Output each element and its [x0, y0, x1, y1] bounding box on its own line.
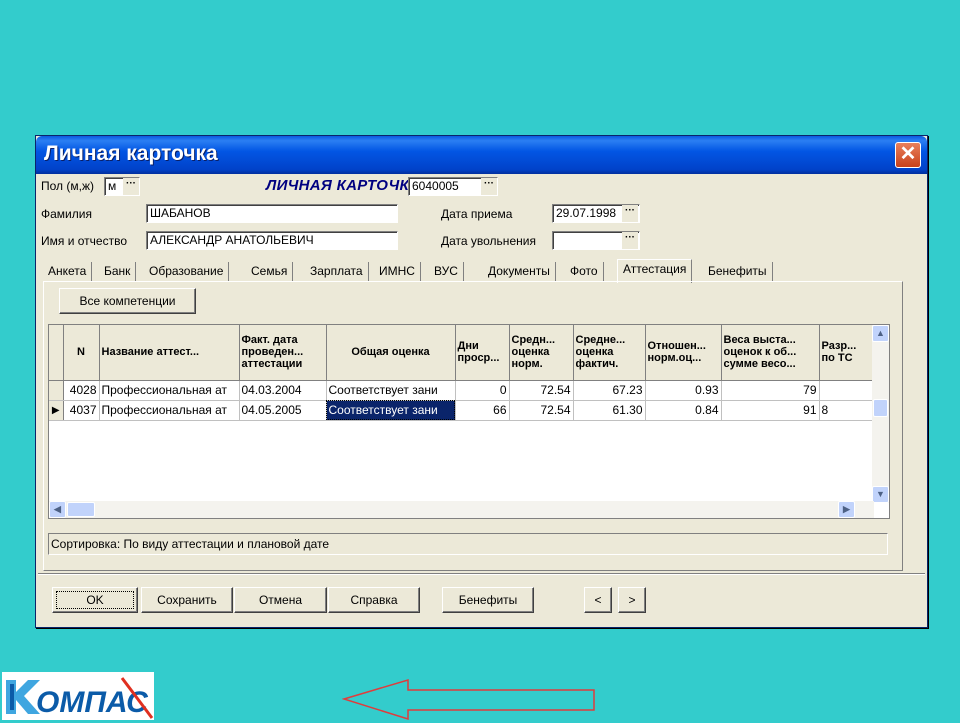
personal-card-window: Личная карточка ✕ Пол (м,ж) м ··· ЛИЧНАЯ…: [35, 135, 928, 628]
vertical-scroll-thumb[interactable]: [873, 399, 888, 417]
horizontal-scroll-thumb[interactable]: [67, 502, 95, 517]
cell-name[interactable]: Профессиональная ат: [99, 380, 240, 401]
attestation-table: N Название аттест... Факт. дата проведен…: [49, 325, 875, 421]
cell-avg-fact[interactable]: 61.30: [573, 400, 646, 421]
cell-days[interactable]: 66: [455, 400, 510, 421]
doc-number-value: 6040005: [412, 179, 459, 193]
cell-weights[interactable]: 91: [721, 400, 820, 421]
cell-n[interactable]: 4028: [63, 380, 100, 401]
name-label: Имя и отчество: [41, 234, 127, 248]
cell-grade[interactable]: Соответствует зани: [326, 380, 456, 401]
surname-label: Фамилия: [41, 207, 92, 221]
cell-weights[interactable]: 79: [721, 380, 820, 401]
tab-benefits[interactable]: Бенефиты: [703, 262, 773, 282]
tab-documents[interactable]: Документы: [483, 262, 556, 282]
tab-vus[interactable]: ВУС: [429, 262, 464, 282]
save-button[interactable]: Сохранить: [141, 587, 233, 613]
cell-date[interactable]: 04.05.2005: [239, 400, 327, 421]
help-button[interactable]: Справка: [328, 587, 420, 613]
scroll-up-icon[interactable]: ▲: [872, 325, 889, 342]
title-bar[interactable]: Личная карточка ✕: [36, 136, 927, 174]
next-button[interactable]: >: [618, 587, 646, 613]
kompas-logo: ОМПАС: [2, 672, 154, 720]
scroll-left-icon[interactable]: ◀: [49, 501, 66, 518]
scroll-right-icon[interactable]: ▶: [838, 501, 855, 518]
cell-name[interactable]: Профессиональная ат: [99, 400, 240, 421]
doc-number-ellipsis-button[interactable]: ···: [481, 178, 497, 195]
window-title: Личная карточка: [44, 142, 218, 165]
surname-value: ШАБАНОВ: [150, 206, 211, 220]
name-field[interactable]: АЛЕКСАНДР АНАТОЛЬЕВИЧ: [146, 231, 398, 250]
col-header-date[interactable]: Факт. дата проведен... аттестации: [239, 325, 327, 381]
current-row-arrow-icon: ▶: [49, 400, 64, 421]
cell-date[interactable]: 04.03.2004: [239, 380, 327, 401]
tab-education[interactable]: Образование: [144, 262, 230, 282]
tab-imns[interactable]: ИМНС: [374, 262, 421, 282]
tab-anketa[interactable]: Анкета: [43, 262, 93, 282]
name-value: АЛЕКСАНДР АНАТОЛЬЕВИЧ: [150, 233, 314, 247]
cell-rank[interactable]: [819, 380, 875, 401]
kompas-logo-icon: ОМПАС: [2, 672, 154, 720]
cell-grade-selected[interactable]: Соответствует зани: [326, 400, 456, 421]
col-header-avg-fact[interactable]: Средне... оценка фактич.: [573, 325, 646, 381]
tab-bank[interactable]: Банк: [99, 262, 137, 282]
hire-date-ellipsis-button[interactable]: ···: [622, 205, 638, 222]
sort-status: Сортировка: По виду аттестации и планово…: [48, 533, 888, 555]
col-header-grade[interactable]: Общая оценка: [326, 325, 456, 381]
all-competencies-button[interactable]: Все компетенции: [59, 288, 196, 314]
cell-ratio[interactable]: 0.93: [645, 380, 722, 401]
cell-avg-norm[interactable]: 72.54: [509, 380, 574, 401]
tab-family[interactable]: Семья: [246, 262, 294, 282]
row-indicator: [49, 380, 64, 401]
col-header-name[interactable]: Название аттест...: [99, 325, 240, 381]
ok-button[interactable]: OK: [52, 587, 138, 613]
cell-days[interactable]: 0: [455, 380, 510, 401]
benefits-button[interactable]: Бенефиты: [442, 587, 534, 613]
gender-value: м: [108, 179, 117, 193]
cancel-button[interactable]: Отмена: [234, 587, 327, 613]
scroll-down-icon[interactable]: ▼: [872, 486, 889, 503]
table-row[interactable]: 4028 Профессиональная ат 04.03.2004 Соот…: [49, 380, 875, 401]
tab-attestation[interactable]: Аттестация: [617, 259, 693, 283]
bottom-divider: [38, 573, 925, 575]
table-row[interactable]: ▶ 4037 Профессиональная ат 04.05.2005 Со…: [49, 400, 875, 421]
fire-date-ellipsis-button[interactable]: ···: [622, 232, 638, 249]
horizontal-scrollbar[interactable]: ◀ ▶: [49, 501, 874, 518]
hire-date-value: 29.07.1998: [556, 206, 617, 220]
cell-ratio[interactable]: 0.84: [645, 400, 722, 421]
gender-label: Пол (м,ж): [41, 179, 94, 193]
col-header-weights[interactable]: Веса выста... оценок к об... сумме весо.…: [721, 325, 820, 381]
cell-rank[interactable]: 8: [819, 400, 875, 421]
gender-ellipsis-button[interactable]: ···: [123, 178, 139, 195]
left-arrow-icon: [342, 678, 595, 720]
tab-photo[interactable]: Фото: [565, 262, 604, 282]
fire-date-label: Дата увольнения: [441, 234, 536, 248]
cell-avg-fact[interactable]: 67.23: [573, 380, 646, 401]
doc-title: ЛИЧНАЯ КАРТОЧКА: [266, 177, 421, 194]
hire-date-label: Дата приема: [441, 207, 513, 221]
header-indicator: [49, 325, 64, 381]
attestation-grid[interactable]: N Название аттест... Факт. дата проведен…: [48, 324, 890, 519]
col-header-rank[interactable]: Разр... по ТС: [819, 325, 875, 381]
grid-header-row: N Название аттест... Факт. дата проведен…: [49, 325, 875, 381]
col-header-days[interactable]: Дни проср...: [455, 325, 510, 381]
col-header-ratio[interactable]: Отношен... норм.оц...: [645, 325, 722, 381]
close-button[interactable]: ✕: [895, 142, 921, 168]
vertical-scrollbar[interactable]: ▲ ▼: [872, 325, 889, 503]
tab-salary[interactable]: Зарплата: [305, 262, 369, 282]
prev-button[interactable]: <: [584, 587, 612, 613]
cell-n[interactable]: 4037: [63, 400, 100, 421]
col-header-avg-norm[interactable]: Средн... оценка норм.: [509, 325, 574, 381]
col-header-n[interactable]: N: [63, 325, 100, 381]
surname-field[interactable]: ШАБАНОВ: [146, 204, 398, 223]
cell-avg-norm[interactable]: 72.54: [509, 400, 574, 421]
